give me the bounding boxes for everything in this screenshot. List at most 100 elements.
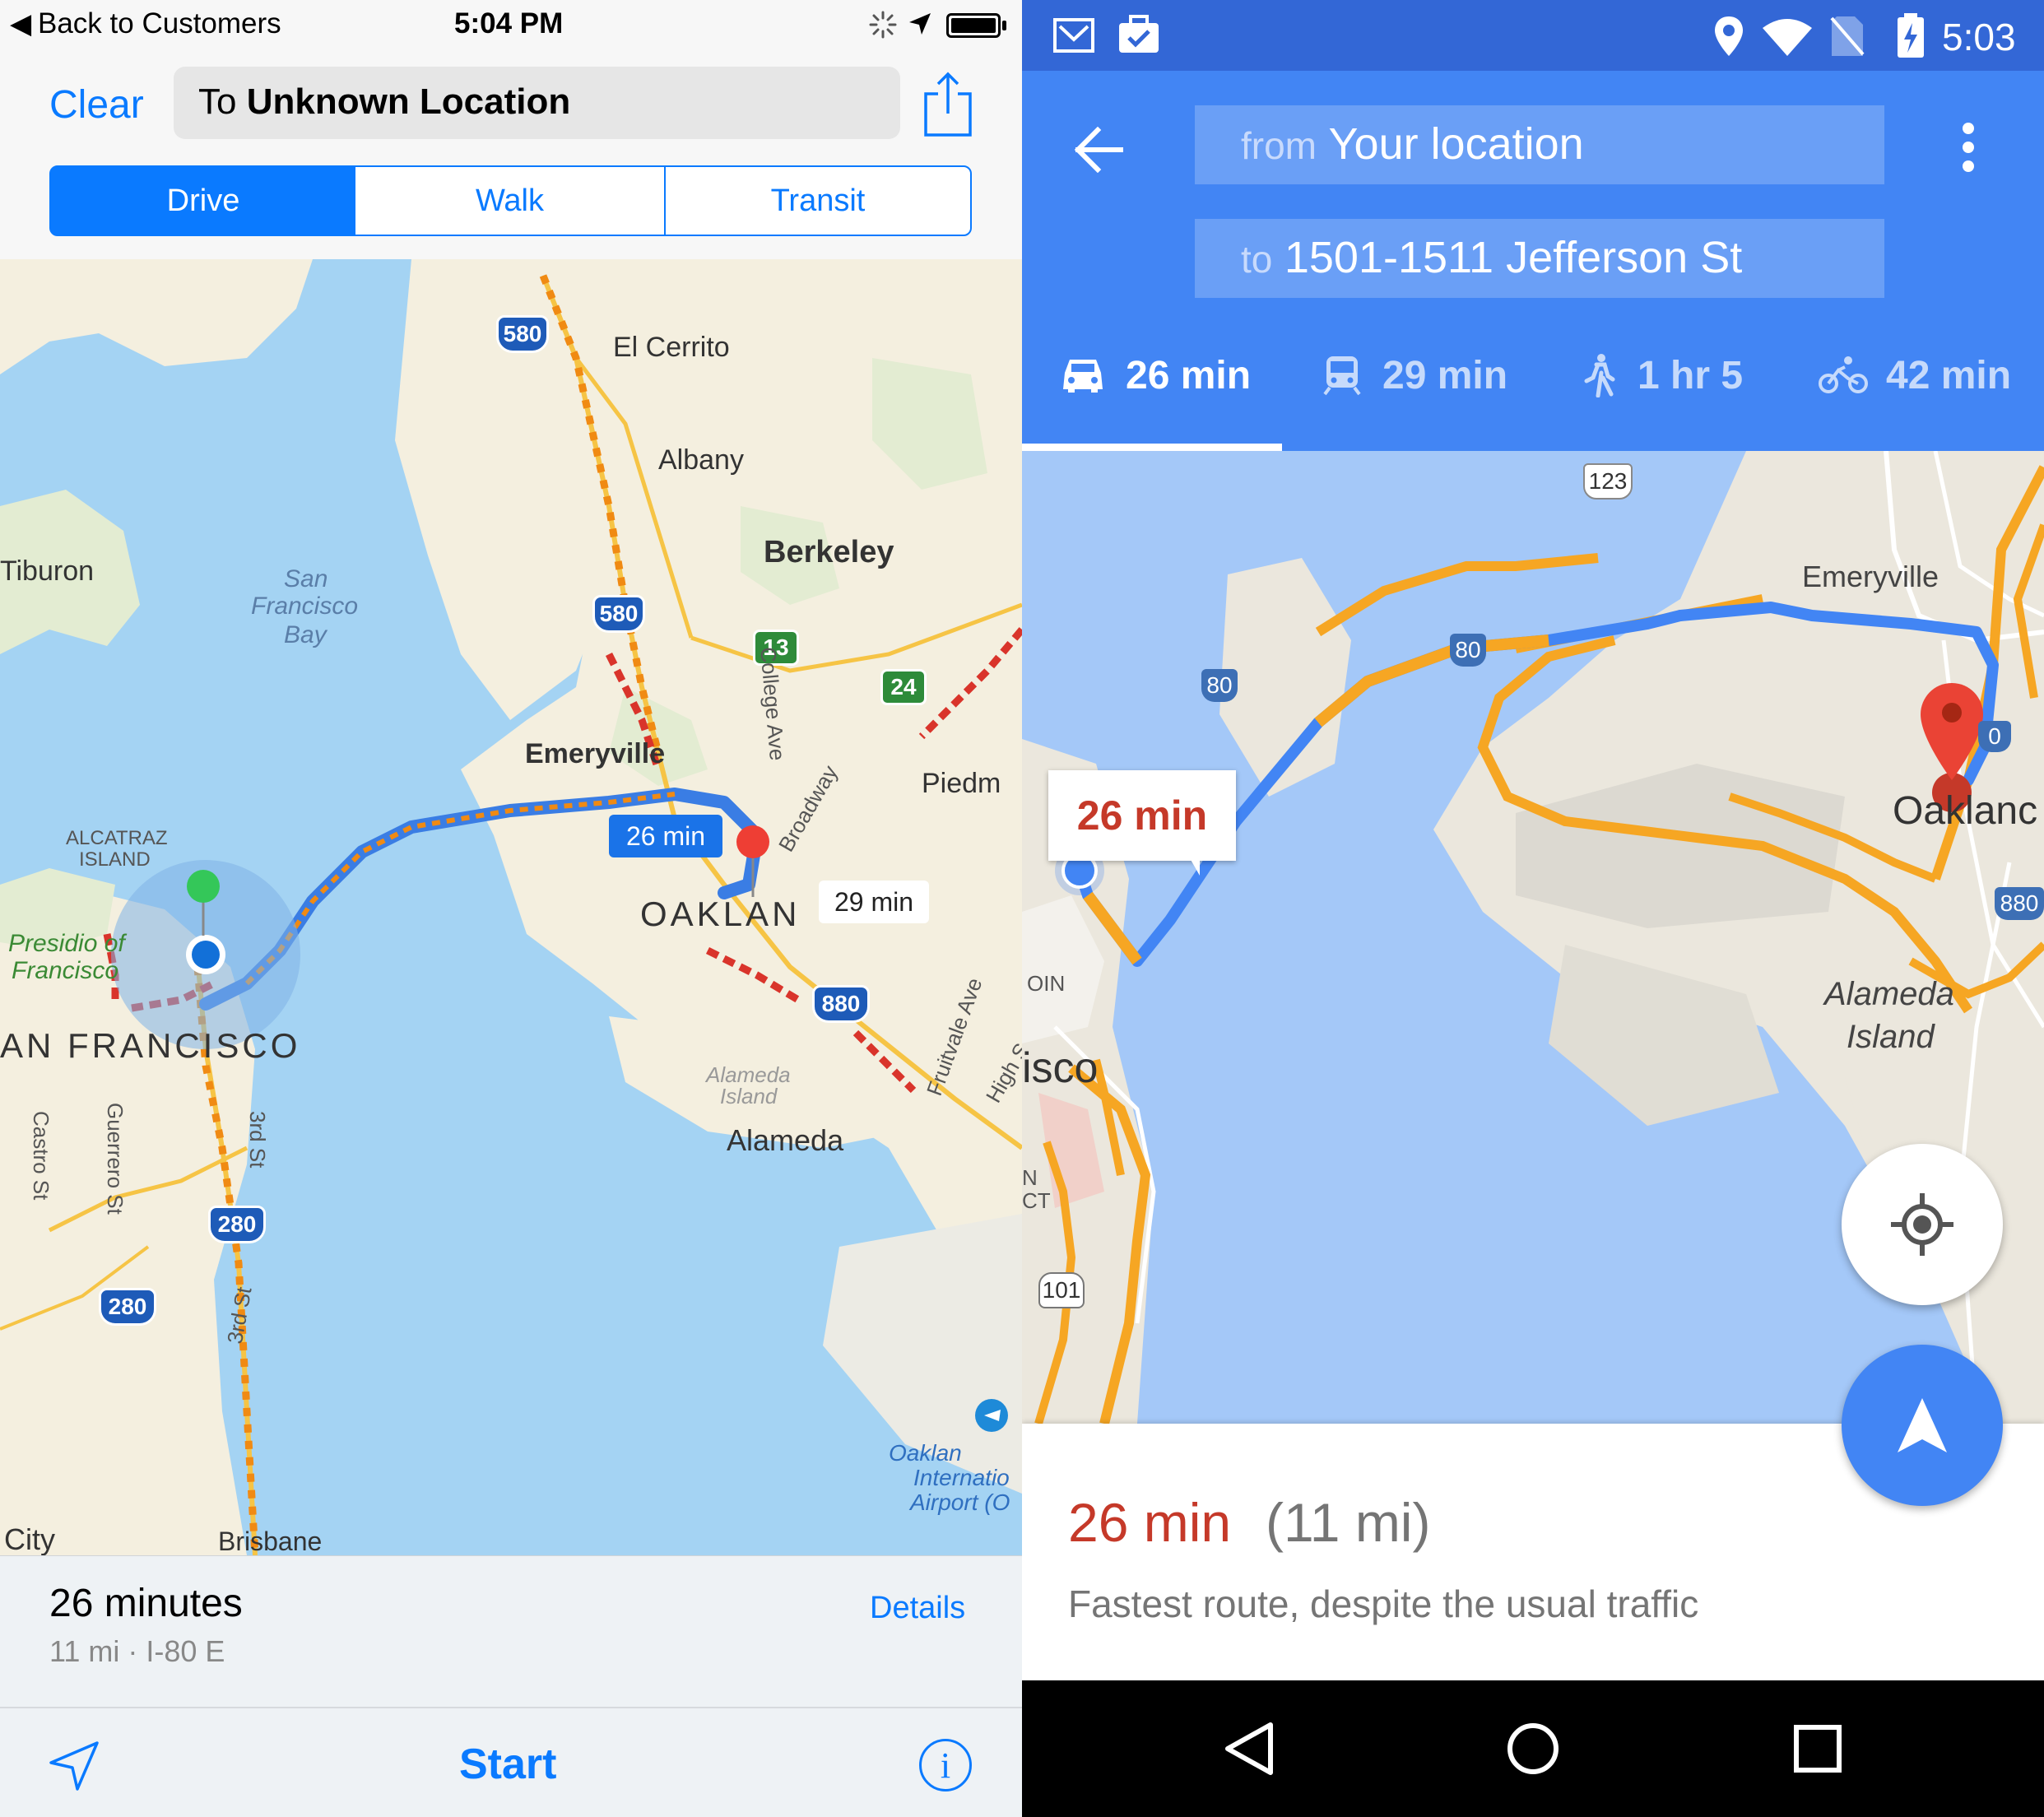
from-field[interactable]: from Your location [1195,105,1884,184]
label-berkeley: Berkeley [764,535,894,569]
label-oin: OIN [1027,971,1066,996]
status-time: 5:04 PM [454,7,564,40]
ca123-shield: 123 [1583,463,1633,500]
route-detail: 11 mi · I-80 E [49,1634,225,1668]
label-alameda: Alameda [727,1123,844,1157]
label-san-francisco: isco [1022,1044,1099,1092]
i580-shield-north: 580 [496,315,549,353]
info-icon[interactable]: i [919,1739,972,1791]
label-oakland: OAKLAN [640,895,801,933]
label-n: N [1022,1165,1038,1190]
my-location-icon [1891,1193,1953,1256]
android-maps-screen: 5:03 from Your location to 1501-1511 Jef… [1022,0,2044,1817]
from-value: Your location [1328,119,1584,169]
tab-walk[interactable]: Walk [355,165,666,236]
android-status-time: 5:03 [1942,16,2016,58]
back-chevron-icon[interactable]: ◀ [10,7,31,40]
route-callout-main[interactable]: 26 min [609,815,722,857]
tab-transit[interactable]: Transit [664,165,972,236]
mode-tab-transit[interactable]: 29 min [1323,351,1507,400]
clear-button[interactable]: Clear [49,82,144,128]
route-duration: 26 minutes [49,1582,243,1625]
to-prefix: to [1241,238,1273,281]
to-field[interactable]: to 1501-1511 Jefferson St [1195,219,1884,298]
drive-time: 26 min [1126,353,1252,397]
i80-shield-bridge: 80 [1201,669,1238,702]
label-ct: CT [1022,1188,1051,1213]
navigation-arrow-icon [1898,1398,1947,1452]
android-nav-bar [1022,1680,2044,1817]
label-airport-1: Oaklan [889,1440,962,1466]
ios-toolbar: Start i [0,1707,1022,1817]
back-arrow-icon[interactable] [1073,127,1124,173]
activity-spinner-icon [869,11,897,39]
navigation-arrow-icon[interactable] [48,1740,100,1792]
label-alameda-1: Alameda [1824,976,1954,1012]
route-callout-alt[interactable]: 29 min [819,881,929,923]
battery-charging-icon [1898,13,1924,58]
destination-field[interactable]: To Unknown Location [174,67,900,139]
android-map[interactable]: 123 80 80 880 0 101 Emeryville Oaklanc A… [1022,451,2044,1424]
battery-icon [946,13,1001,38]
i880-shield: 880 [812,985,870,1023]
i280-shield-east: 280 [208,1206,266,1243]
bike-time: 42 min [1886,353,2012,397]
share-icon[interactable] [922,71,973,138]
label-3rd-st-north: 3rd St [245,1111,270,1169]
mode-tab-drive[interactable]: 26 min [1061,351,1251,400]
i580-shield-south: 580 [592,595,645,633]
summary-note: Fastest route, despite the usual traffic [1068,1582,1699,1625]
walk-icon [1584,354,1615,397]
walk-time: 1 hr 5 [1638,353,1744,397]
label-city: City [4,1522,55,1555]
location-arrow-icon [909,13,931,35]
transit-time: 29 min [1382,353,1508,397]
my-location-button[interactable] [1842,1144,2003,1305]
label-san-francisco: AN FRANCISCO [0,1026,301,1065]
label-emeryville: Emeryville [1802,560,1939,593]
summary-duration: 26 min [1068,1492,1232,1553]
recents-nav-icon[interactable] [1794,1725,1842,1773]
mode-tab-bike[interactable]: 42 min [1819,351,2011,400]
tab-drive[interactable]: Drive [49,165,357,236]
summary-distance: (11 mi) [1266,1492,1431,1553]
label-airport-2: Internatio [913,1465,1010,1490]
no-sim-icon [1830,16,1865,56]
directions-header: from Your location to 1501-1511 Jefferso… [1022,71,2044,451]
android-status-bar: 5:03 [1022,0,2044,71]
car-icon [1063,360,1103,393]
route-callout[interactable]: 26 min [1048,770,1236,861]
label-albany: Albany [658,444,744,476]
mode-tab-walk[interactable]: 1 hr 5 [1583,351,1743,400]
i880-shield-partial: 0 [1978,721,2011,752]
wifi-icon [1763,19,1812,56]
label-bay-1: San [284,565,328,592]
ca24-shield: 24 [880,669,927,705]
gmail-notification-icon [1053,18,1094,53]
back-nav-icon[interactable] [1223,1722,1275,1776]
label-bay-2: Francisco [251,592,359,620]
ios-status-bar: ◀ Back to Customers 5:04 PM [0,0,1022,51]
label-piedmont: Piedm [922,768,1001,799]
overflow-menu-icon[interactable] [1960,120,1977,174]
label-oakland: Oaklanc [1893,789,2038,833]
route-summary[interactable]: 26 minutes 11 mi · I-80 E Details [0,1555,1022,1707]
label-airport-3: Airport (O [910,1489,1010,1515]
back-to-customers-link[interactable]: Back to Customers [38,7,281,40]
label-presidio-2: Francisco [12,957,119,984]
label-emeryville: Emeryville [525,738,666,769]
i80-shield-east: 80 [1450,634,1486,667]
label-bay-3: Bay [284,621,327,648]
label-alameda-island-2: Island [720,1084,778,1108]
label-alameda-2: Island [1847,1019,1935,1055]
details-link[interactable]: Details [870,1591,965,1626]
start-navigation-button[interactable] [1842,1345,2003,1506]
i880-shield: 880 [1995,887,2044,920]
label-alcatraz-1: ALCATRAZ [66,827,168,849]
active-tab-indicator [1022,444,1282,451]
start-button[interactable]: Start [459,1740,556,1789]
home-nav-icon[interactable] [1506,1722,1560,1776]
ios-map[interactable]: 580 580 13 24 880 280 280 El Cerrito Alb… [0,259,1022,1555]
from-prefix: from [1241,124,1317,167]
location-pin-status-icon [1715,16,1743,56]
